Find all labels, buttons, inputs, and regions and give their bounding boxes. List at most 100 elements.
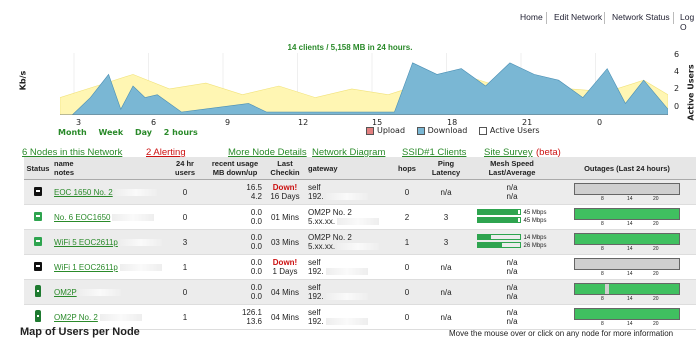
col-status[interactable]: Status bbox=[24, 157, 52, 180]
mesh-bar-fill bbox=[478, 235, 492, 240]
mesh-last: n/a bbox=[506, 308, 518, 317]
users-cell: 0 bbox=[164, 179, 206, 205]
y2-tick: 0 bbox=[674, 102, 680, 111]
col-gateway[interactable]: gateway bbox=[306, 157, 388, 180]
usage-chart: 14 clients / 5,158 MB in 24 hours. Kb/s … bbox=[0, 40, 700, 150]
status-cell bbox=[24, 204, 52, 230]
checkin-cell: Down! 16 Days bbox=[264, 179, 306, 205]
redacted-ip bbox=[325, 193, 368, 201]
outage-cell: 8 14 20 bbox=[558, 229, 696, 255]
outage-ticks: 8 14 20 bbox=[601, 196, 659, 202]
table-row[interactable]: WiFi 1 EOC2611p 1 0.0 0.0 Down! 1 Days self 192… bbox=[24, 254, 696, 280]
gateway-cell: OM2P No. 2 5.xx.xx. bbox=[306, 204, 388, 230]
legend-active-users[interactable]: Active Users bbox=[478, 126, 540, 135]
name-cell: WiFi 5 EOC2611p bbox=[52, 229, 164, 255]
checkin-cell: 01 Mins bbox=[264, 204, 306, 230]
gateway-cell: self 192. bbox=[306, 279, 388, 305]
latency-cell: n/a bbox=[426, 254, 466, 280]
outage-cell: 8 14 20 bbox=[558, 304, 696, 330]
checkin-cell: Down! 1 Days bbox=[264, 254, 306, 280]
node-status-icon bbox=[34, 236, 42, 246]
usage-cell: 126.1 13.6 bbox=[206, 304, 264, 330]
zoom-2hours[interactable]: 2 hours bbox=[164, 128, 198, 137]
redacted-ip bbox=[337, 243, 380, 251]
y2-tick: 4 bbox=[674, 67, 680, 76]
checkin-cell: 04 Mins bbox=[264, 279, 306, 305]
col-usage[interactable]: recent usage MB down/up bbox=[206, 157, 264, 180]
latency-cell: 3 bbox=[426, 229, 466, 255]
table-header-row: Status name notes 24 hr users recent usag… bbox=[24, 157, 696, 180]
outage-cell: 8 14 20 bbox=[558, 254, 696, 280]
mesh-bar-fill bbox=[478, 218, 519, 223]
nav-network-status[interactable]: Network Status bbox=[612, 12, 670, 22]
outage-bar bbox=[574, 208, 680, 220]
usage-cell: 0.0 0.0 bbox=[206, 254, 264, 280]
col-users[interactable]: 24 hr users bbox=[164, 157, 206, 180]
col-name[interactable]: name notes bbox=[52, 157, 164, 180]
latency-cell: 3 bbox=[426, 204, 466, 230]
chart-legend: Upload Download Active Users bbox=[366, 126, 549, 135]
mesh-bar bbox=[477, 234, 522, 241]
users-cell: 1 bbox=[164, 304, 206, 330]
zoom-week[interactable]: Week bbox=[98, 128, 123, 137]
redacted-notes bbox=[114, 188, 157, 196]
table-row[interactable]: No. 6 EOC1650 0 0.0 0.0 01 Mins OM2P No. 2 5.x… bbox=[24, 204, 696, 230]
node-name-link[interactable]: OM2P No. 2 bbox=[54, 313, 98, 322]
table-row[interactable]: OM2P 0 0.0 0.0 04 Mins self 192. 0 n/a n/a n/a 8 14 2… bbox=[24, 279, 696, 305]
gateway-cell: self 192. bbox=[306, 304, 388, 330]
legend-swatch bbox=[366, 126, 374, 135]
nav-separator bbox=[546, 12, 547, 24]
gateway-cell: OM2P No. 2 5.xx.xx. bbox=[306, 229, 388, 255]
col-checkin[interactable]: Last Checkin bbox=[264, 157, 306, 180]
node-name-link[interactable]: WiFi 5 EOC2611p bbox=[54, 238, 118, 247]
nav-home[interactable]: Home bbox=[520, 12, 543, 22]
node-name-link[interactable]: No. 6 EOC1650 bbox=[54, 213, 110, 222]
redacted-notes bbox=[119, 263, 162, 271]
col-outages[interactable]: Outages (Last 24 hours) bbox=[558, 157, 696, 180]
nav-logout[interactable]: Log O bbox=[680, 12, 700, 32]
status-cell bbox=[24, 179, 52, 205]
col-mesh-speed[interactable]: Mesh Speed Last/Average bbox=[466, 157, 558, 180]
map-title: Map of Users per Node bbox=[20, 326, 140, 338]
zoom-day[interactable]: Day bbox=[135, 128, 152, 137]
mesh-bar bbox=[477, 217, 522, 224]
latency-cell: n/a bbox=[426, 304, 466, 330]
gateway-cell: self 192. bbox=[306, 254, 388, 280]
users-cell: 0 bbox=[164, 279, 206, 305]
mesh-cell: n/a n/a bbox=[466, 304, 558, 330]
outage-bar bbox=[574, 183, 680, 195]
legend-swatch bbox=[478, 126, 487, 135]
node-name-link[interactable]: WiFi 1 EOC2611p bbox=[54, 263, 118, 272]
chart-plot-area bbox=[60, 53, 668, 115]
down-flag: Down! bbox=[272, 183, 298, 192]
usage-cell: 0.0 0.0 bbox=[206, 229, 264, 255]
redacted-ip bbox=[325, 293, 368, 301]
redacted-notes bbox=[119, 238, 162, 246]
node-status-icon bbox=[34, 261, 42, 271]
node-name-link[interactable]: OM2P bbox=[54, 288, 77, 297]
node-name-link[interactable]: EOC 1650 No. 2 bbox=[54, 188, 113, 197]
node-status-icon bbox=[34, 211, 42, 221]
col-latency[interactable]: Ping Latency bbox=[426, 157, 466, 180]
table-row[interactable]: WiFi 5 EOC2611p 3 0.0 0.0 03 Mins OM2P No. 25… bbox=[24, 229, 696, 255]
nav-edit-network[interactable]: Edit Network bbox=[554, 12, 602, 22]
mesh-last: 45 Mbps bbox=[468, 209, 556, 217]
col-hops[interactable]: hops bbox=[388, 157, 426, 180]
x-tick: 3 bbox=[76, 118, 82, 127]
outage-cell: 8 14 20 bbox=[558, 179, 696, 205]
node-status-icon bbox=[35, 285, 41, 297]
table-row[interactable]: EOC 1650 No. 2 0 16.5 4.2 Down! 16 Days self 19… bbox=[24, 179, 696, 205]
y-axis-label: Kb/s bbox=[18, 70, 28, 91]
mesh-last: n/a bbox=[506, 183, 518, 192]
chart-title: 14 clients / 5,158 MB in 24 hours. bbox=[287, 43, 413, 52]
legend-upload[interactable]: Upload bbox=[366, 126, 405, 135]
hops-cell: 2 bbox=[388, 204, 426, 230]
users-cell: 3 bbox=[164, 229, 206, 255]
outage-ticks: 8 14 20 bbox=[601, 221, 659, 227]
mesh-cell: n/a n/a bbox=[466, 254, 558, 280]
mesh-average: n/a bbox=[506, 192, 518, 201]
zoom-month[interactable]: Month bbox=[58, 128, 87, 137]
legend-download[interactable]: Download bbox=[416, 126, 467, 135]
mesh-average: 26 Mbps bbox=[468, 242, 556, 250]
redacted-notes bbox=[99, 313, 142, 321]
